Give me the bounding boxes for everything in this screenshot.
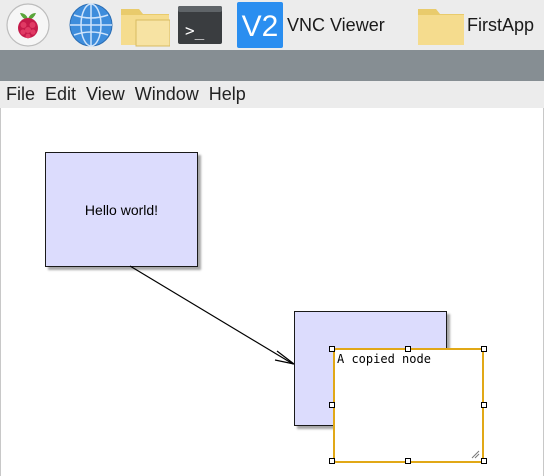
selection-handle[interactable] <box>481 346 487 352</box>
selection-handle[interactable] <box>329 346 335 352</box>
file-manager-folder-icon[interactable] <box>120 3 171 47</box>
graph-node-hello-world[interactable]: Hello world! <box>45 152 198 267</box>
menu-edit[interactable]: Edit <box>39 81 76 108</box>
raspberry-pi-menu-icon[interactable] <box>6 3 50 47</box>
arrowhead-icon <box>274 350 295 365</box>
selection-handle[interactable] <box>481 402 487 408</box>
vnc-viewer-taskbar-button[interactable]: V2 VNC Viewer <box>237 2 385 48</box>
selection-handle[interactable] <box>405 346 411 352</box>
terminal-glyph: >_ <box>185 21 205 40</box>
menu-bar: File Edit View Window Help <box>0 81 544 109</box>
selection-handle[interactable] <box>405 458 411 464</box>
vnc-viewer-label: VNC Viewer <box>287 14 385 35</box>
menu-view[interactable]: View <box>80 81 125 108</box>
terminal-icon[interactable]: >_ <box>177 3 222 47</box>
menu-window[interactable]: Window <box>129 81 199 108</box>
firstapp-label: FirstApp <box>467 14 535 35</box>
node-text-editor[interactable]: A copied node <box>333 348 484 463</box>
firstapp-taskbar-button[interactable]: FirstApp <box>417 2 534 48</box>
resize-grip-icon[interactable] <box>471 450 480 459</box>
window-title-strip <box>0 50 544 81</box>
taskbar: >_ V2 VNC Viewer FirstApp <box>0 0 544 50</box>
selection-handle[interactable] <box>329 402 335 408</box>
vnc-viewer-icon: V2 <box>237 2 283 48</box>
selection-handle[interactable] <box>481 458 487 464</box>
diagram-canvas[interactable]: Hello world! A copied node <box>0 108 544 476</box>
selection-handle[interactable] <box>329 458 335 464</box>
menu-help[interactable]: Help <box>203 81 246 108</box>
folder-icon <box>418 9 464 45</box>
node-text-value[interactable]: A copied node <box>337 352 431 366</box>
node-label: Hello world! <box>84 201 159 218</box>
vnc-logo-text: V2 <box>242 10 279 43</box>
web-browser-globe-icon[interactable] <box>67 3 113 47</box>
menu-file[interactable]: File <box>0 81 35 108</box>
